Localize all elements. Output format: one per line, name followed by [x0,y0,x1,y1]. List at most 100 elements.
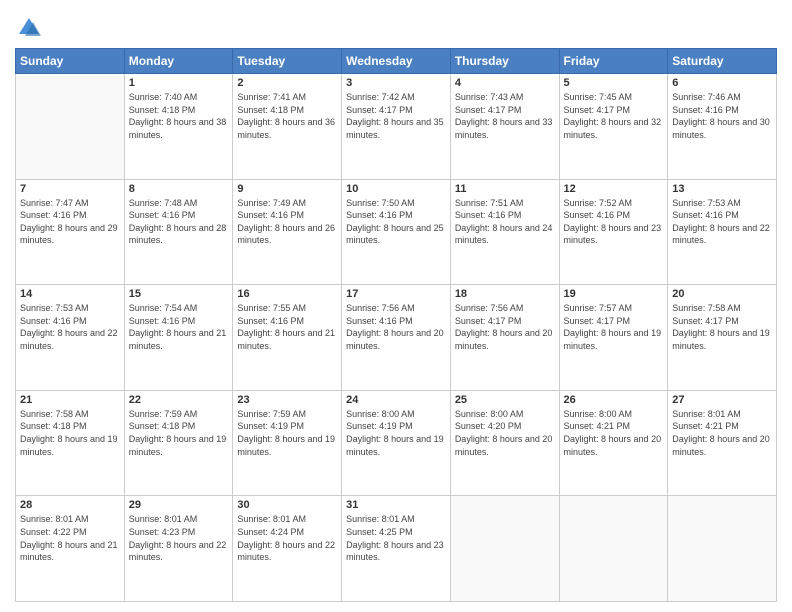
calendar-cell: 28 Sunrise: 8:01 AMSunset: 4:22 PMDayligh… [16,496,125,602]
cell-info: Sunrise: 8:01 AMSunset: 4:22 PMDaylight:… [20,513,120,563]
cell-info: Sunrise: 7:56 AMSunset: 4:16 PMDaylight:… [346,302,446,352]
header [15,10,777,42]
day-number: 6 [672,77,772,89]
cell-info: Sunrise: 7:54 AMSunset: 4:16 PMDaylight:… [129,302,229,352]
cell-info: Sunrise: 7:52 AMSunset: 4:16 PMDaylight:… [564,197,664,247]
day-number: 8 [129,183,229,195]
calendar-cell [16,74,125,180]
day-number: 17 [346,288,446,300]
calendar-cell: 31 Sunrise: 8:01 AMSunset: 4:25 PMDayligh… [342,496,451,602]
calendar-cell: 1 Sunrise: 7:40 AMSunset: 4:18 PMDaylight… [124,74,233,180]
cell-info: Sunrise: 7:43 AMSunset: 4:17 PMDaylight:… [455,91,555,141]
calendar-day-header: Saturday [668,49,777,74]
calendar-cell: 8 Sunrise: 7:48 AMSunset: 4:16 PMDaylight… [124,179,233,285]
cell-info: Sunrise: 7:59 AMSunset: 4:18 PMDaylight:… [129,408,229,458]
cell-info: Sunrise: 7:47 AMSunset: 4:16 PMDaylight:… [20,197,120,247]
cell-info: Sunrise: 7:48 AMSunset: 4:16 PMDaylight:… [129,197,229,247]
calendar-day-header: Friday [559,49,668,74]
cell-info: Sunrise: 7:41 AMSunset: 4:18 PMDaylight:… [237,91,337,141]
calendar-week-row: 28 Sunrise: 8:01 AMSunset: 4:22 PMDayligh… [16,496,777,602]
calendar-cell [450,496,559,602]
cell-info: Sunrise: 7:55 AMSunset: 4:16 PMDaylight:… [237,302,337,352]
day-number: 25 [455,394,555,406]
calendar-day-header: Monday [124,49,233,74]
day-number: 10 [346,183,446,195]
day-number: 21 [20,394,120,406]
cell-info: Sunrise: 7:40 AMSunset: 4:18 PMDaylight:… [129,91,229,141]
calendar-week-row: 21 Sunrise: 7:58 AMSunset: 4:18 PMDayligh… [16,390,777,496]
cell-info: Sunrise: 8:00 AMSunset: 4:19 PMDaylight:… [346,408,446,458]
day-number: 13 [672,183,772,195]
cell-info: Sunrise: 7:45 AMSunset: 4:17 PMDaylight:… [564,91,664,141]
calendar-cell: 2 Sunrise: 7:41 AMSunset: 4:18 PMDaylight… [233,74,342,180]
day-number: 28 [20,499,120,511]
day-number: 5 [564,77,664,89]
day-number: 4 [455,77,555,89]
day-number: 1 [129,77,229,89]
calendar-cell [559,496,668,602]
day-number: 22 [129,394,229,406]
calendar-cell: 11Sunrise: 7:51 AMSunset: 4:16 PMDayligh… [450,179,559,285]
calendar-cell: 4 Sunrise: 7:43 AMSunset: 4:17 PMDaylight… [450,74,559,180]
cell-info: Sunrise: 7:46 AMSunset: 4:16 PMDaylight:… [672,91,772,141]
cell-info: Sunrise: 7:53 AMSunset: 4:16 PMDaylight:… [672,197,772,247]
calendar-table: SundayMondayTuesdayWednesdayThursdayFrid… [15,48,777,602]
day-number: 29 [129,499,229,511]
calendar-cell: 15 Sunrise: 7:54 AMSunset: 4:16 PMDayligh… [124,285,233,391]
page: SundayMondayTuesdayWednesdayThursdayFrid… [0,0,792,612]
day-number: 27 [672,394,772,406]
calendar-cell: 18Sunrise: 7:56 AMSunset: 4:17 PMDayligh… [450,285,559,391]
day-number: 11 [455,183,555,195]
calendar-cell: 22 Sunrise: 7:59 AMSunset: 4:18 PMDayligh… [124,390,233,496]
day-number: 16 [237,288,337,300]
day-number: 31 [346,499,446,511]
day-number: 7 [20,183,120,195]
calendar-cell: 19 Sunrise: 7:57 AMSunset: 4:17 PMDayligh… [559,285,668,391]
day-number: 26 [564,394,664,406]
calendar-cell: 10 Sunrise: 7:50 AMSunset: 4:16 PMDayligh… [342,179,451,285]
calendar-cell: 24 Sunrise: 8:00 AMSunset: 4:19 PMDayligh… [342,390,451,496]
calendar-cell: 20Sunrise: 7:58 AMSunset: 4:17 PMDayligh… [668,285,777,391]
logo [15,14,47,42]
calendar-header-row: SundayMondayTuesdayWednesdayThursdayFrid… [16,49,777,74]
calendar-week-row: 14Sunrise: 7:53 AMSunset: 4:16 PMDayligh… [16,285,777,391]
calendar-cell: 13 Sunrise: 7:53 AMSunset: 4:16 PMDayligh… [668,179,777,285]
cell-info: Sunrise: 7:42 AMSunset: 4:17 PMDaylight:… [346,91,446,141]
calendar-cell: 17 Sunrise: 7:56 AMSunset: 4:16 PMDayligh… [342,285,451,391]
cell-info: Sunrise: 7:56 AMSunset: 4:17 PMDaylight:… [455,302,555,352]
day-number: 15 [129,288,229,300]
calendar-cell: 12Sunrise: 7:52 AMSunset: 4:16 PMDayligh… [559,179,668,285]
calendar-cell: 14Sunrise: 7:53 AMSunset: 4:16 PMDayligh… [16,285,125,391]
cell-info: Sunrise: 8:01 AMSunset: 4:24 PMDaylight:… [237,513,337,563]
cell-info: Sunrise: 8:01 AMSunset: 4:25 PMDaylight:… [346,513,446,563]
cell-info: Sunrise: 7:57 AMSunset: 4:17 PMDaylight:… [564,302,664,352]
cell-info: Sunrise: 7:50 AMSunset: 4:16 PMDaylight:… [346,197,446,247]
day-number: 19 [564,288,664,300]
calendar-cell: 3 Sunrise: 7:42 AMSunset: 4:17 PMDaylight… [342,74,451,180]
day-number: 3 [346,77,446,89]
cell-info: Sunrise: 7:58 AMSunset: 4:17 PMDaylight:… [672,302,772,352]
logo-icon [15,14,43,42]
calendar-day-header: Wednesday [342,49,451,74]
calendar-cell: 30 Sunrise: 8:01 AMSunset: 4:24 PMDayligh… [233,496,342,602]
cell-info: Sunrise: 7:58 AMSunset: 4:18 PMDaylight:… [20,408,120,458]
day-number: 30 [237,499,337,511]
day-number: 23 [237,394,337,406]
calendar-week-row: 1 Sunrise: 7:40 AMSunset: 4:18 PMDaylight… [16,74,777,180]
calendar-cell: 25Sunrise: 8:00 AMSunset: 4:20 PMDayligh… [450,390,559,496]
cell-info: Sunrise: 8:01 AMSunset: 4:21 PMDaylight:… [672,408,772,458]
day-number: 2 [237,77,337,89]
calendar-cell: 26 Sunrise: 8:00 AMSunset: 4:21 PMDayligh… [559,390,668,496]
cell-info: Sunrise: 8:00 AMSunset: 4:21 PMDaylight:… [564,408,664,458]
calendar-cell: 23 Sunrise: 7:59 AMSunset: 4:19 PMDayligh… [233,390,342,496]
calendar-cell: 27 Sunrise: 8:01 AMSunset: 4:21 PMDayligh… [668,390,777,496]
calendar-cell: 29Sunrise: 8:01 AMSunset: 4:23 PMDayligh… [124,496,233,602]
calendar-day-header: Thursday [450,49,559,74]
calendar-cell: 16 Sunrise: 7:55 AMSunset: 4:16 PMDayligh… [233,285,342,391]
calendar-day-header: Sunday [16,49,125,74]
day-number: 24 [346,394,446,406]
day-number: 9 [237,183,337,195]
calendar-cell: 7 Sunrise: 7:47 AMSunset: 4:16 PMDaylight… [16,179,125,285]
cell-info: Sunrise: 7:53 AMSunset: 4:16 PMDaylight:… [20,302,120,352]
cell-info: Sunrise: 7:59 AMSunset: 4:19 PMDaylight:… [237,408,337,458]
